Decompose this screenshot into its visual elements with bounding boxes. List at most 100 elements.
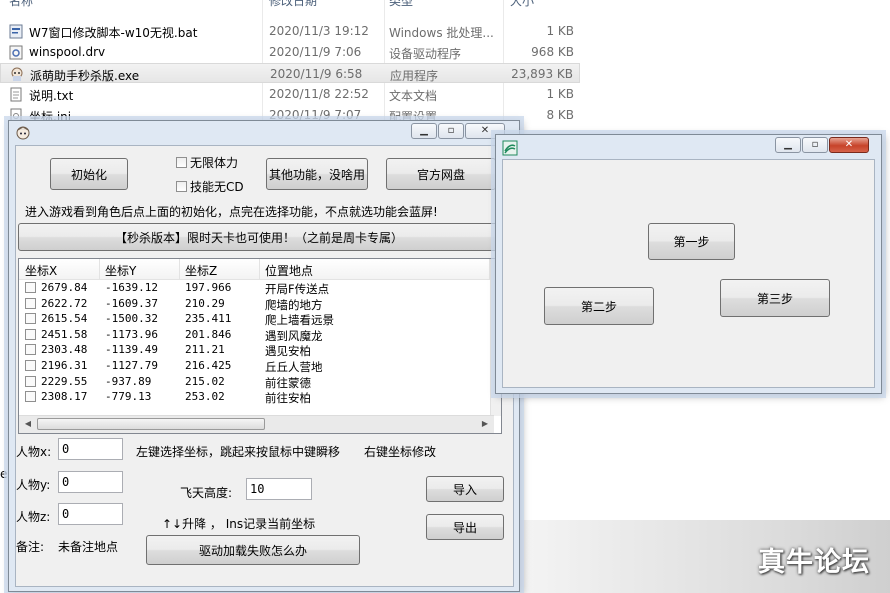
player-z-label: 人物z:: [16, 510, 51, 524]
header-date[interactable]: 修改日期: [269, 0, 317, 9]
cell-x: 2615.54: [41, 312, 88, 326]
checkbox-box[interactable]: [176, 181, 187, 192]
col-header-y[interactable]: 坐标Y: [105, 262, 136, 279]
checkbox-label: 无限体力: [190, 156, 239, 170]
player-z-field[interactable]: 0: [58, 503, 123, 525]
file-row-selected[interactable]: 派萌助手秒杀版.exe 2020/11/9 6:58 应用程序 23,893 K…: [0, 63, 580, 83]
header-size[interactable]: 大小: [510, 0, 534, 9]
cell-location: 丘丘人营地: [265, 360, 323, 374]
cell-x: 2451.58: [41, 327, 88, 341]
step-two-button[interactable]: 第二步: [544, 287, 654, 325]
instant-kill-banner-button[interactable]: 【秒杀版本】限时天卡也可使用！（之前是周卡专属）: [18, 223, 500, 251]
cell-x: 2229.55: [41, 374, 88, 388]
cell-x: 2308.17: [41, 390, 88, 404]
cell-z: 253.02: [185, 390, 225, 404]
cell-z: 216.425: [185, 359, 232, 372]
table-row[interactable]: 2615.54 -1500.32 235.411 爬上墙看远景: [19, 311, 494, 327]
file-row[interactable]: 说明.txt 2020/11/8 22:52 文本文档 1 KB: [0, 84, 580, 104]
maximize-icon[interactable]: ▫: [438, 123, 464, 139]
table-row[interactable]: 2303.48 -1139.49 211.21 遇见安柏: [19, 342, 494, 358]
cell-location: 开局F传送点: [265, 282, 330, 296]
forum-watermark: 真牛论坛: [758, 547, 870, 578]
scroll-right-icon[interactable]: ▶: [478, 418, 492, 430]
table-row[interactable]: 2679.84 -1639.12 197.966 开局F传送点: [19, 280, 494, 296]
table-row[interactable]: 2229.55 -937.89 215.02 前往蒙德: [19, 374, 494, 390]
file-size: 8 KB: [546, 108, 574, 122]
file-date: 2020/11/9 6:58: [270, 67, 363, 81]
no-skill-cd-checkbox[interactable]: 技能无CD: [176, 178, 244, 195]
driver-help-button[interactable]: 驱动加载失败怎么办: [146, 535, 360, 565]
official-netdisk-button[interactable]: 官方网盘: [386, 158, 496, 190]
app-exe-icon: [11, 67, 23, 81]
row-checkbox[interactable]: [25, 297, 36, 309]
player-x-field[interactable]: 0: [58, 438, 123, 460]
col-header-z[interactable]: 坐标Z: [185, 262, 217, 279]
row-checkbox[interactable]: [25, 344, 36, 356]
row-checkbox[interactable]: [25, 313, 36, 325]
minimize-icon[interactable]: ▁: [775, 137, 801, 153]
window-controls: ▁ ▫ ✕: [410, 123, 505, 139]
init-button[interactable]: 初始化: [50, 158, 128, 190]
table-row[interactable]: 2308.17 -779.13 253.02 前往安柏: [19, 389, 494, 405]
fly-height-field[interactable]: 10: [246, 478, 312, 500]
file-size: 23,893 KB: [511, 67, 573, 81]
minimize-icon[interactable]: ▁: [411, 123, 437, 139]
file-row[interactable]: winspool.drv 2020/11/9 7:06 设备驱动程序 968 K…: [0, 42, 580, 62]
file-name: W7窗口修改脚本-w10无视.bat: [29, 26, 198, 40]
file-date: 2020/11/9 7:06: [269, 45, 362, 59]
cell-y: -937.89: [105, 374, 152, 388]
cell-z: 235.411: [185, 312, 232, 326]
file-size: 1 KB: [546, 24, 574, 38]
table-row[interactable]: 2196.31 -1127.79 216.425 丘丘人营地: [19, 358, 494, 374]
explorer-left-edge-text: e: [0, 467, 8, 481]
import-button[interactable]: 导入: [426, 476, 504, 502]
file-date: 2020/11/3 19:12: [269, 24, 369, 38]
row-checkbox[interactable]: [25, 375, 36, 387]
checkbox-box[interactable]: [176, 157, 187, 168]
note-label: 备注:: [16, 540, 45, 554]
column-header: 名称 修改日期 类型 大小: [0, 0, 580, 8]
file-name: 派萌助手秒杀版.exe: [30, 69, 140, 83]
text-file-icon: [10, 87, 22, 102]
close-icon[interactable]: ✕: [829, 137, 869, 153]
teleport-hint: 左键选择坐标，跳起来按鼠标中键瞬移: [136, 445, 341, 459]
file-type: 应用程序: [390, 69, 439, 83]
table-row[interactable]: 2622.72 -1609.37 210.29 爬墙的地方: [19, 296, 494, 312]
cell-location: 爬上墙看远景: [265, 313, 334, 328]
infinite-stamina-checkbox[interactable]: 无限体力: [176, 154, 238, 171]
file-row[interactable]: W7窗口修改脚本-w10无视.bat 2020/11/3 19:12 Windo…: [0, 21, 580, 41]
app-icon: [16, 126, 30, 140]
cell-y: -1139.49: [105, 343, 158, 357]
scroll-left-icon[interactable]: ◀: [21, 418, 35, 430]
table-row[interactable]: 2451.58 -1173.96 201.846 遇到风魔龙: [19, 327, 494, 343]
row-checkbox[interactable]: [25, 328, 36, 340]
other-functions-button[interactable]: 其他功能，没啥用: [266, 158, 368, 190]
scrollbar-thumb[interactable]: [37, 418, 265, 430]
main-window: ▁ ▫ ✕ 初始化 无限体力 技能无CD 其他功能，没啥用 官方网盘 进入游戏看…: [8, 120, 520, 592]
step-one-button[interactable]: 第一步: [648, 223, 735, 260]
file-date: 2020/11/8 22:52: [269, 87, 369, 101]
fly-height-label: 飞天高度:: [180, 486, 233, 500]
export-button[interactable]: 导出: [426, 514, 504, 540]
file-size: 1 KB: [546, 87, 574, 101]
maximize-icon[interactable]: ▫: [802, 137, 828, 153]
col-header-x[interactable]: 坐标X: [25, 262, 57, 279]
cell-y: -1639.12: [105, 281, 158, 294]
row-checkbox[interactable]: [25, 360, 36, 371]
row-checkbox[interactable]: [25, 282, 36, 293]
window-controls: ▁ ▫ ✕: [774, 137, 869, 153]
row-checkbox[interactable]: [25, 391, 36, 403]
instruction-text: 进入游戏看到角色后点上面的初始化，点完在选择功能，不点就选功能会蓝屏!: [25, 205, 438, 219]
player-y-field[interactable]: 0: [58, 471, 123, 493]
header-name[interactable]: 名称: [9, 0, 33, 9]
player-x-label: 人物x:: [16, 445, 52, 459]
cell-y: -779.13: [105, 390, 152, 404]
file-type: Windows 批处理...: [389, 26, 494, 40]
step-three-button[interactable]: 第三步: [720, 279, 830, 317]
col-header-location[interactable]: 位置地点: [265, 262, 313, 279]
file-size: 968 KB: [531, 45, 574, 59]
horizontal-scrollbar[interactable]: ◀ ▶: [19, 415, 494, 433]
coordinate-list[interactable]: 坐标X 坐标Y 坐标Z 位置地点 2679.84 -1639.12 197.966 开…: [18, 258, 502, 434]
header-type[interactable]: 类型: [389, 0, 413, 9]
cell-location: 前往蒙德: [265, 375, 311, 390]
